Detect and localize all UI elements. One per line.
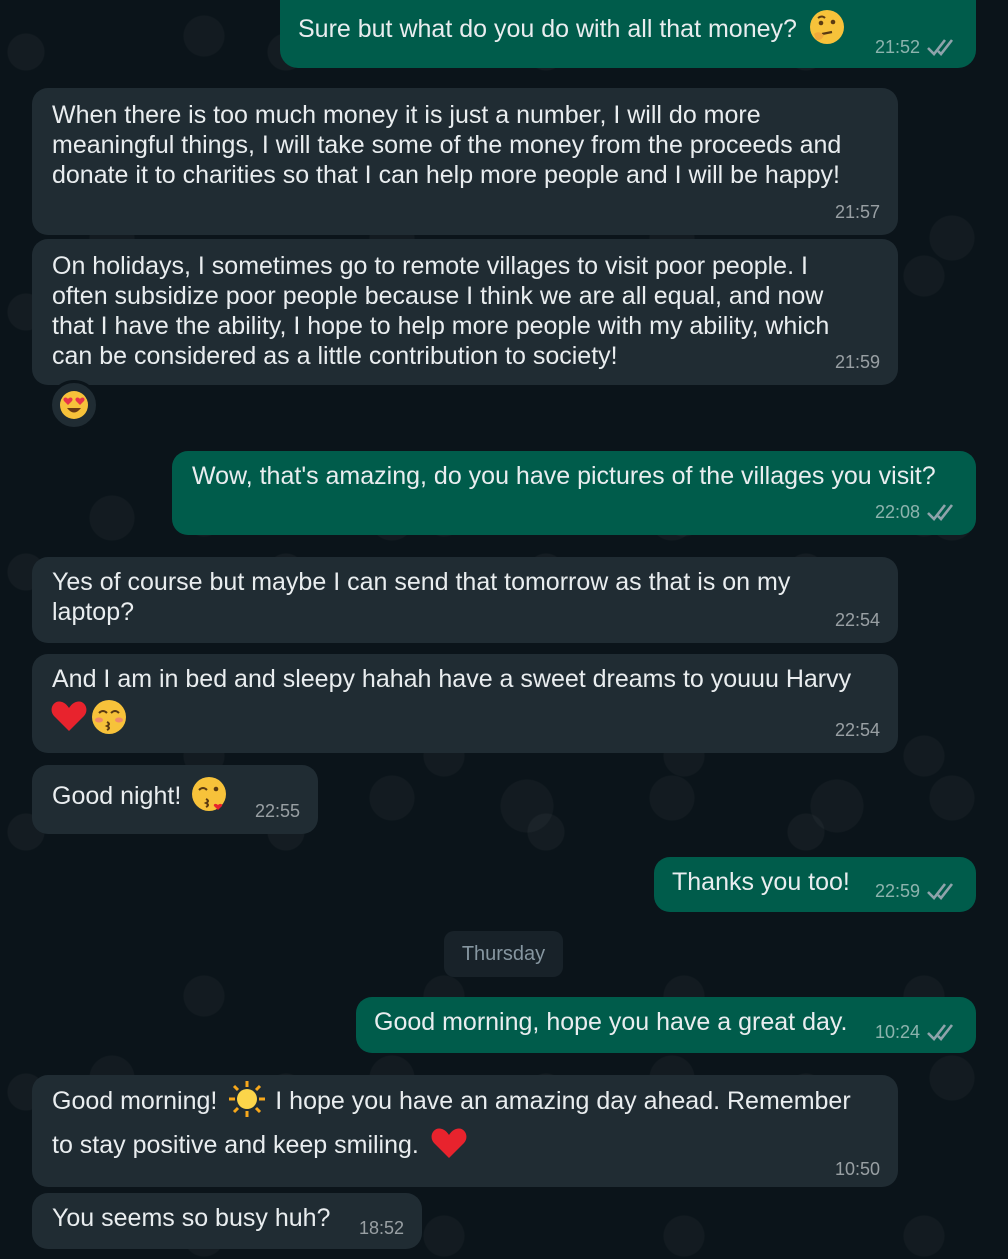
message-time: 21:57 <box>834 202 880 222</box>
incoming-message[interactable]: Good morning! I hope you have an amazing… <box>32 1075 898 1187</box>
message-time: 21:52 <box>874 37 920 57</box>
message-text: And I am in bed and sleepy hahah have a … <box>52 665 852 693</box>
message-text: Good morning, hope you have a great day. <box>374 1008 848 1036</box>
red-heart-icon <box>51 701 87 731</box>
message-time: 22:08 <box>874 502 920 522</box>
message-time: 22:55 <box>254 801 300 821</box>
message-time: 21:59 <box>834 352 880 372</box>
message-time: 10:24 <box>874 1022 920 1042</box>
outgoing-message[interactable]: Sure but what do you do with all that mo… <box>280 0 976 68</box>
incoming-message[interactable]: When there is too much money it is just … <box>32 88 898 235</box>
red-heart-icon <box>431 1128 467 1159</box>
message-text: Good night! <box>52 782 182 810</box>
message-text: Sure but what do you do with all that mo… <box>298 15 797 43</box>
message-time: 10:50 <box>834 1159 880 1179</box>
kissing-heart-icon <box>192 777 227 812</box>
message-text: When there is too much money it is just … <box>52 101 842 189</box>
message-text: On holidays, I sometimes go to remote vi… <box>52 252 830 370</box>
heart-eyes-icon <box>60 391 88 419</box>
incoming-message[interactable]: And I am in bed and sleepy hahah have a … <box>32 654 898 753</box>
kissing-face-icon <box>92 700 126 734</box>
outgoing-message[interactable]: Wow, that's amazing, do you have picture… <box>172 451 976 535</box>
incoming-message[interactable]: Yes of course but maybe I can send that … <box>32 557 898 643</box>
message-text: You seems so busy huh? <box>52 1204 331 1232</box>
outgoing-message[interactable]: Thanks you too! 22:59 <box>654 857 976 912</box>
read-ticks-icon <box>927 39 954 56</box>
message-time: 22:59 <box>874 881 920 901</box>
sun-icon <box>229 1081 266 1118</box>
outgoing-message[interactable]: Good morning, hope you have a great day.… <box>356 997 976 1053</box>
chat-window[interactable]: Sure but what do you do with all that mo… <box>0 0 1008 1259</box>
thinking-face-icon <box>809 10 844 45</box>
incoming-message[interactable]: You seems so busy huh? 18:52 <box>32 1193 422 1249</box>
read-ticks-icon <box>927 1024 954 1041</box>
message-text: Yes of course but maybe I can send that … <box>52 568 791 626</box>
message-time: 22:54 <box>834 720 880 740</box>
incoming-message[interactable]: Good night! 22:55 <box>32 765 318 834</box>
read-ticks-icon <box>927 504 954 521</box>
message-time: 22:54 <box>834 610 880 630</box>
message-text: Wow, that's amazing, do you have picture… <box>192 462 936 490</box>
incoming-message[interactable]: On holidays, I sometimes go to remote vi… <box>32 239 898 385</box>
message-text-greeting: Good morning! <box>52 1087 218 1115</box>
read-ticks-icon <box>927 883 954 900</box>
message-time: 18:52 <box>358 1218 404 1238</box>
message-reaction[interactable] <box>49 380 99 430</box>
date-separator: Thursday <box>444 931 563 977</box>
